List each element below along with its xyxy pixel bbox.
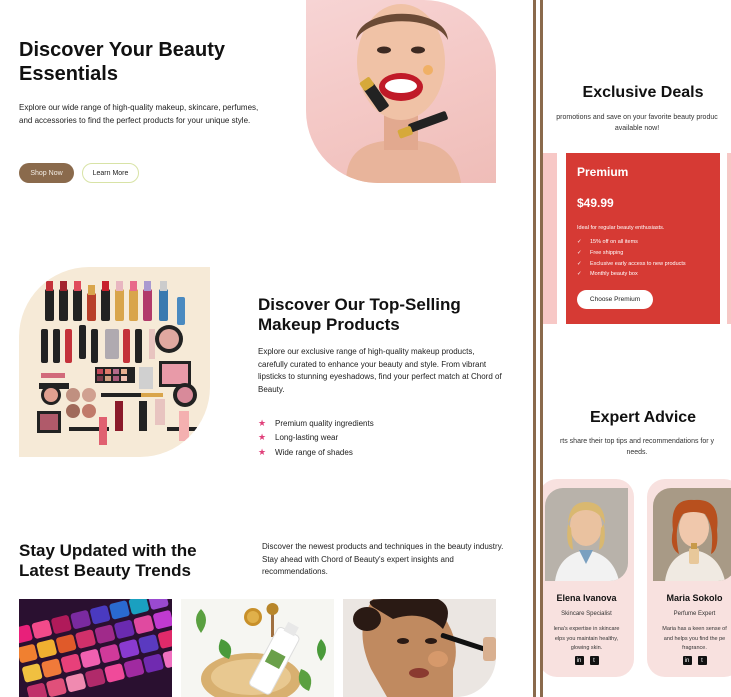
deals-title: Exclusive Deals [582, 84, 704, 101]
plan-feature-label: Exclusive early access to new products [590, 260, 686, 267]
deals-subtitle-line1: promotions and save on your favorite bea… [556, 114, 718, 121]
makeup-products-image [19, 267, 210, 457]
expert-name: Elena Ivanova [556, 593, 617, 603]
shop-now-button[interactable]: Shop Now [19, 163, 74, 183]
expert-role: Perfume Expert [673, 611, 716, 617]
expert-photo [545, 488, 628, 581]
expert-name: Maria Sokolo [666, 593, 723, 603]
expert-bio-line: and helps you find the pe [663, 635, 726, 642]
star-icon: ★ [258, 447, 267, 457]
feature-item: ★ Wide range of shades [258, 447, 353, 458]
deal-card-partial-left [543, 153, 557, 324]
deals-subtitle-line2: available now! [614, 125, 660, 132]
choose-premium-button[interactable]: Choose Premium [577, 290, 653, 309]
expert-bio: Maria has a keen sense of and helps you … [649, 625, 731, 654]
advice-title: Expert Advice [589, 409, 697, 426]
trends-description: Discover the newest products and techniq… [262, 542, 504, 576]
expert-role: Skincare Specialist [561, 611, 612, 617]
plan-feature-item: ✓ Monthly beauty box [577, 269, 686, 280]
hero-title: Discover Your Beauty Essentials [19, 39, 226, 85]
expert-photo [653, 488, 731, 581]
feature-item: ★ Long-lasting wear [258, 432, 338, 443]
expert-bio-line: fragrance. [682, 645, 707, 651]
panel-divider [531, 0, 543, 697]
social-links: in t [647, 656, 731, 665]
plan-feature-label: 15% off on all items [590, 239, 638, 245]
star-icon: ★ [258, 432, 267, 442]
skincare-product-image [181, 599, 334, 697]
expert-bio-line: Maria has a keen sense of [662, 626, 727, 632]
linkedin-icon[interactable]: in [574, 656, 584, 665]
plan-name: Premium [577, 165, 629, 179]
bestsellers-description: Explore our exclusive range of high-qual… [258, 347, 502, 394]
home-page: Discover Your Beauty Essentials Explore … [0, 0, 531, 697]
expert-card: Elena Ivanova Skincare Specialist lena's… [543, 479, 634, 677]
hero-description: Explore our wide range of high-quality m… [19, 103, 259, 125]
plan-feature-item: ✓ Exclusive early access to new products [577, 259, 686, 270]
feature-label: Premium quality ingredients [275, 419, 374, 428]
deal-card-partial-right [727, 153, 731, 324]
twitter-icon[interactable]: t [589, 656, 599, 665]
makeup-application-image [343, 599, 496, 697]
plan-price: $49.99 [577, 196, 614, 210]
expert-bio-line: lena's expertise in skincare [553, 626, 620, 632]
plan-feature-label: Free shipping [590, 249, 624, 256]
plan-features: ✓ 15% off on all items ✓ Free shipping ✓ Ex… [577, 237, 686, 280]
plan-feature-item: ✓ 15% off on all items [577, 237, 686, 248]
twitter-icon[interactable]: t [697, 656, 707, 665]
social-links: in t [543, 656, 634, 665]
expert-card: Maria Sokolo Perfume Expert Maria has a … [647, 479, 731, 677]
plan-note: Ideal for regular beauty enthusiasts. [577, 225, 665, 231]
learn-more-button[interactable]: Learn More [82, 163, 139, 183]
check-icon: ✓ [577, 239, 582, 245]
secondary-page: Exclusive Deals promotions and save on y… [543, 0, 731, 697]
check-icon: ✓ [577, 249, 582, 256]
expert-bio: lena's expertise in skincare elps you ma… [543, 625, 632, 654]
trends-title: Stay Updated with the Latest Beauty Tren… [19, 541, 197, 581]
expert-bio-line: glowing skin. [570, 645, 603, 651]
advice-subtitle-line1: rts share their top tips and recommendat… [559, 438, 715, 445]
advice-subtitle-line2: needs. [626, 449, 648, 456]
plan-feature-item: ✓ Free shipping [577, 248, 686, 259]
check-icon: ✓ [577, 271, 582, 278]
feature-label: Wide range of shades [275, 448, 353, 457]
plan-feature-label: Monthly beauty box [590, 271, 638, 278]
feature-label: Long-lasting wear [275, 433, 339, 442]
feature-item: ★ Premium quality ingredients [258, 418, 374, 429]
check-icon: ✓ [577, 260, 582, 267]
premium-deal-card: Premium $49.99 Ideal for regular beauty … [566, 153, 720, 324]
hero-model-image [306, 0, 496, 183]
star-icon: ★ [258, 418, 267, 428]
bestsellers-title: Discover Our Top-Selling Makeup Products [258, 295, 461, 335]
eyeshadow-palette-image [19, 599, 172, 697]
linkedin-icon[interactable]: in [682, 656, 692, 665]
expert-bio-line: elps you maintain healthy, [554, 635, 619, 642]
